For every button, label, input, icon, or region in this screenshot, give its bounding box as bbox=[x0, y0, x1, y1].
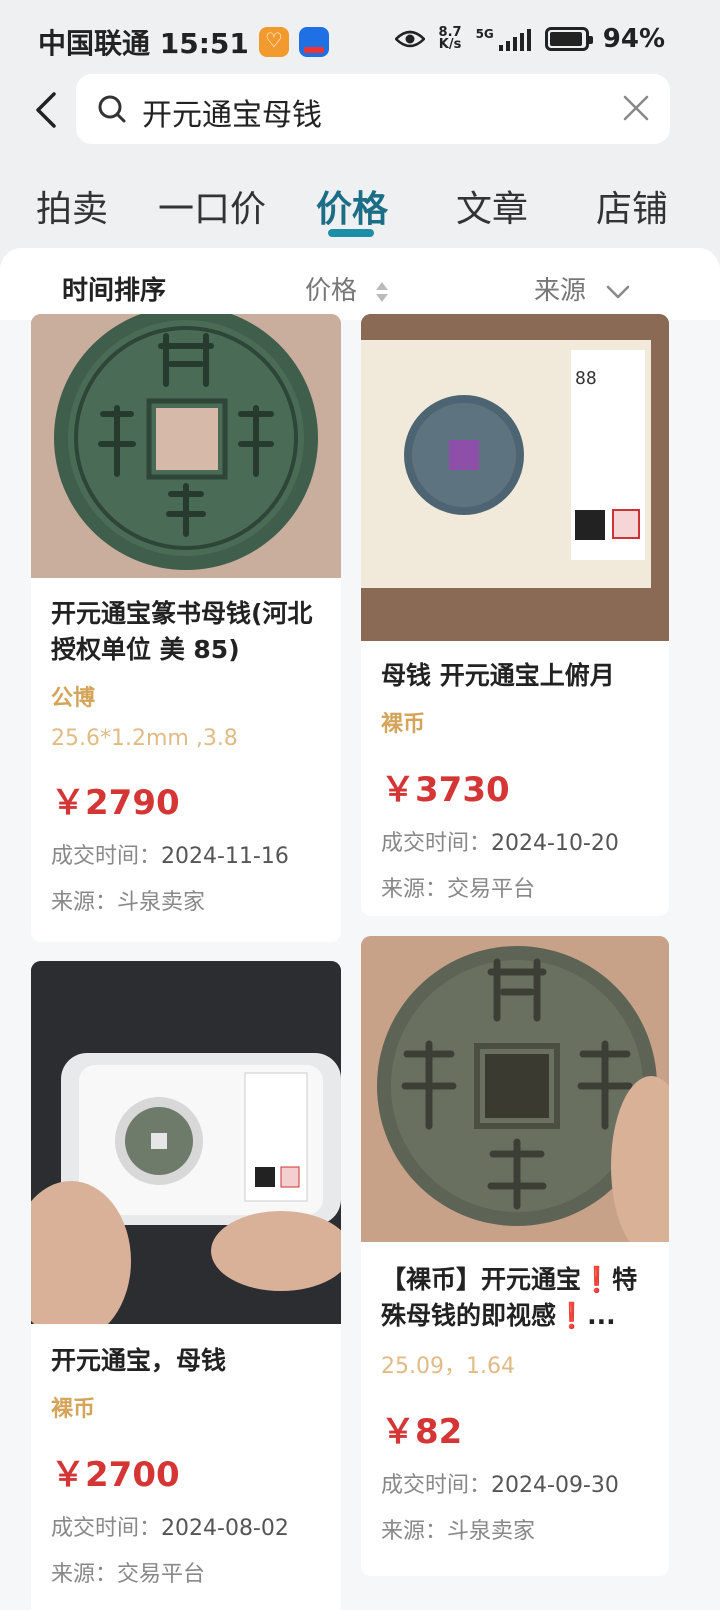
deal-time-label: 成交时间： bbox=[51, 844, 162, 869]
card-body: 母钱 开元通宝上俯月 裸币 ￥3730 成交时间：2024-10-20 来源：交… bbox=[381, 658, 653, 903]
battery-percent: 94% bbox=[602, 24, 665, 54]
deal-time: 成交时间：2024-08-02 bbox=[51, 1510, 325, 1542]
close-icon[interactable] bbox=[622, 94, 650, 122]
app-root: 中国联通 15:51 8.7 K/s 5G 94% bbox=[0, 0, 720, 1610]
coin-in-slab bbox=[31, 961, 341, 1324]
search-query: 开元通宝母钱 bbox=[142, 98, 322, 133]
deal-time-value: 2024-09-30 bbox=[491, 1473, 619, 1498]
sort-price-label: 价格 bbox=[305, 276, 358, 306]
battery-fill bbox=[549, 32, 582, 46]
coin-image-graphic bbox=[31, 961, 341, 1324]
deal-time-label: 成交时间： bbox=[51, 1516, 162, 1541]
source-value: 交易平台 bbox=[117, 1562, 206, 1587]
signal-icon: 5G bbox=[476, 27, 531, 51]
card-body: 开元通宝篆书母钱(河北授权单位 美 85) 公博 25.6*1.2mm ,3.8… bbox=[51, 596, 325, 916]
alipay-notification-icon bbox=[298, 27, 329, 57]
result-card[interactable]: 【裸币】开元通宝❗特殊母钱的即视感❗... 25.09，1.64 ￥82 成交时… bbox=[361, 936, 669, 1576]
item-source: 来源：交易平台 bbox=[381, 871, 653, 903]
category-tabs: 拍卖 一口价 价格 文章 店铺 bbox=[0, 172, 720, 242]
item-spec: 25.6*1.2mm ,3.8 bbox=[51, 726, 238, 751]
search-icon bbox=[98, 95, 126, 123]
source-value: 交易平台 bbox=[447, 877, 536, 902]
source-value: 斗泉卖家 bbox=[447, 1519, 536, 1544]
coin-photo bbox=[31, 314, 341, 578]
coin-image-graphic bbox=[361, 936, 669, 1242]
coin-image-graphic bbox=[31, 314, 341, 578]
source-filter[interactable]: 来源 bbox=[534, 270, 630, 307]
eye-icon bbox=[394, 30, 425, 48]
item-source: 来源：斗泉卖家 bbox=[51, 884, 325, 916]
item-price: ￥82 bbox=[381, 1412, 463, 1452]
item-title: 母钱 开元通宝上俯月 bbox=[381, 661, 615, 690]
card-body: 开元通宝，母钱 裸币 ￥2700 成交时间：2024-08-02 来源：交易平台 bbox=[51, 1343, 325, 1588]
tab-articles[interactable]: 文章 bbox=[456, 180, 528, 232]
battery-icon bbox=[544, 27, 593, 51]
search-row: 开元通宝母钱 bbox=[0, 74, 720, 144]
back-arrow-icon[interactable] bbox=[28, 88, 68, 132]
coin-image-graphic: 88 bbox=[361, 314, 669, 641]
result-card[interactable]: 开元通宝，母钱 裸币 ￥2700 成交时间：2024-08-02 来源：交易平台 bbox=[31, 961, 341, 1610]
item-source: 来源：斗泉卖家 bbox=[381, 1513, 653, 1545]
notification-app-icon bbox=[258, 27, 289, 57]
source-label: 来源： bbox=[381, 1519, 448, 1544]
card-body: 【裸币】开元通宝❗特殊母钱的即视感❗... 25.09，1.64 ￥82 成交时… bbox=[381, 1262, 653, 1545]
status-right: 8.7 K/s 5G 94% bbox=[394, 24, 665, 54]
tab-price[interactable]: 价格 bbox=[316, 180, 388, 232]
net-speed: 8.7 K/s bbox=[438, 26, 462, 52]
source-label: 来源： bbox=[51, 890, 118, 915]
status-bar: 中国联通 15:51 8.7 K/s 5G 94% bbox=[0, 0, 720, 80]
item-price: ￥2700 bbox=[51, 1455, 180, 1495]
coin-photo bbox=[361, 936, 669, 1242]
item-price: ￥3730 bbox=[381, 770, 510, 810]
svg-text:88: 88 bbox=[575, 368, 597, 389]
tab-fixed-price[interactable]: 一口价 bbox=[158, 180, 266, 232]
carrier-time: 中国联通 15:51 bbox=[38, 27, 249, 60]
tab-auction[interactable]: 拍卖 bbox=[36, 180, 108, 232]
tab-shops[interactable]: 店铺 bbox=[596, 180, 668, 232]
deal-time-label: 成交时间： bbox=[381, 1473, 492, 1498]
sort-bar: 时间排序 价格 来源 bbox=[0, 248, 720, 320]
item-tag: 裸币 bbox=[51, 1397, 96, 1422]
source-label: 来源： bbox=[381, 877, 448, 902]
item-price: ￥2790 bbox=[51, 783, 180, 823]
item-title: 开元通宝，母钱 bbox=[51, 1346, 227, 1375]
active-tab-indicator bbox=[328, 229, 374, 237]
source-value: 斗泉卖家 bbox=[117, 890, 206, 915]
sort-arrows-icon bbox=[376, 281, 389, 302]
deal-time: 成交时间：2024-10-20 bbox=[381, 825, 653, 857]
sort-by-price[interactable]: 价格 bbox=[305, 270, 389, 307]
deal-time-value: 2024-10-20 bbox=[491, 831, 619, 856]
deal-time-label: 成交时间： bbox=[381, 831, 492, 856]
deal-time-value: 2024-11-16 bbox=[161, 844, 289, 869]
deal-time-value: 2024-08-02 bbox=[161, 1516, 289, 1541]
source-label: 来源： bbox=[51, 1562, 118, 1587]
net-speed-unit: K/s bbox=[438, 37, 462, 52]
search-input[interactable]: 开元通宝母钱 bbox=[76, 74, 670, 144]
item-title: 开元通宝篆书母钱(河北授权单位 美 85) bbox=[51, 599, 313, 664]
result-card[interactable]: 88 母钱 开元通宝上俯月 裸币 ￥3730 成交时间：2024-10-20 来… bbox=[361, 314, 669, 916]
item-tag: 公博 bbox=[51, 686, 96, 711]
item-source: 来源：交易平台 bbox=[51, 1556, 325, 1588]
status-left: 中国联通 15:51 bbox=[38, 22, 329, 62]
item-tag: 裸币 bbox=[381, 712, 426, 737]
item-spec: 25.09，1.64 bbox=[381, 1354, 515, 1379]
sort-by-time[interactable]: 时间排序 bbox=[62, 270, 166, 307]
item-title: 【裸币】开元通宝❗特殊母钱的即视感❗... bbox=[381, 1265, 638, 1330]
deal-time: 成交时间：2024-09-30 bbox=[381, 1467, 653, 1499]
source-filter-label: 来源 bbox=[534, 276, 587, 306]
results-panel: 时间排序 价格 来源 开元通宝篆书母钱(河北授权单位 美 85) 公博 25.6… bbox=[0, 248, 720, 1610]
result-card[interactable]: 开元通宝篆书母钱(河北授权单位 美 85) 公博 25.6*1.2mm ,3.8… bbox=[31, 314, 341, 942]
coin-in-graded-holder: 88 bbox=[361, 314, 669, 641]
deal-time: 成交时间：2024-11-16 bbox=[51, 838, 325, 870]
network-type: 5G bbox=[475, 27, 494, 41]
chevron-down-icon bbox=[607, 285, 630, 298]
